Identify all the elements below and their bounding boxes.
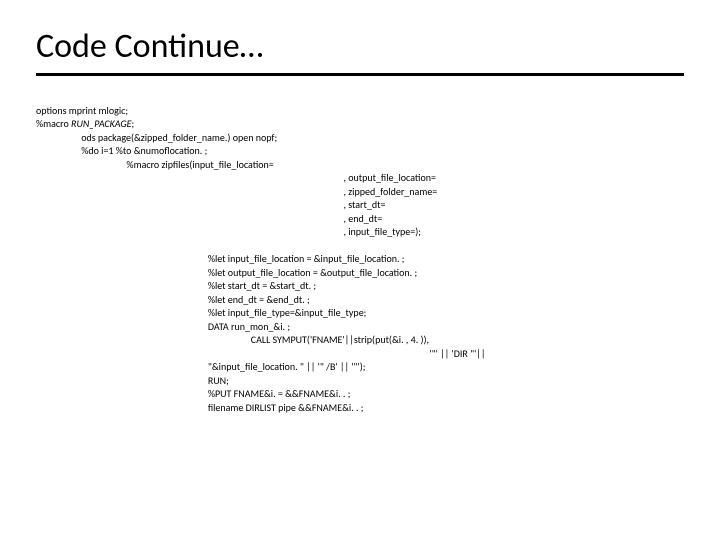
macro-name: RUN_PACKAGE xyxy=(71,117,132,130)
code-line: , input_file_type=); xyxy=(36,225,421,238)
code-line: %let input_file_location = &input_file_l… xyxy=(36,252,404,265)
code-line: %macro xyxy=(36,117,71,130)
code-line: '"' || 'DIR "'|| xyxy=(36,347,486,360)
code-line: %do i=1 %to &numoflocation. ; xyxy=(36,144,207,157)
code-line: , end_dt= xyxy=(36,212,382,225)
code-line: %PUT FNAME&i. = &&FNAME&i. . ; xyxy=(36,387,350,400)
code-block: options mprint mlogic; %macro RUN_PACKAG… xyxy=(36,90,684,428)
code-line: CALL SYMPUT('FNAME'||strip(put(&i. , 4. … xyxy=(36,333,429,346)
code-line: , start_dt= xyxy=(36,198,385,211)
code-line: RUN; xyxy=(36,374,229,387)
code-line: "&input_file_location. " || '" /B' || '"… xyxy=(36,360,365,373)
page-title: Code Continue… xyxy=(36,26,684,67)
code-line: DATA run_mon_&i. ; xyxy=(36,320,290,333)
code-line: %let start_dt = &start_dt. ; xyxy=(36,279,316,292)
title-rule xyxy=(36,73,684,76)
code-line: ; xyxy=(132,117,135,130)
code-line: ods package(&zipped_folder_name.) open n… xyxy=(36,131,277,144)
code-line: , output_file_location= xyxy=(36,171,436,184)
code-line: options mprint mlogic; xyxy=(36,104,128,117)
code-line: %let input_file_type=&input_file_type; xyxy=(36,306,366,319)
code-line: %macro zipfiles(input_file_location= xyxy=(36,158,274,171)
code-line: filename DIRLIST pipe &&FNAME&i. . ; xyxy=(36,401,363,414)
code-line: %let end_dt = &end_dt. ; xyxy=(36,293,310,306)
code-line: , zipped_folder_name= xyxy=(36,185,437,198)
code-line: %let output_file_location = &output_file… xyxy=(36,266,417,279)
code-line xyxy=(36,239,38,252)
